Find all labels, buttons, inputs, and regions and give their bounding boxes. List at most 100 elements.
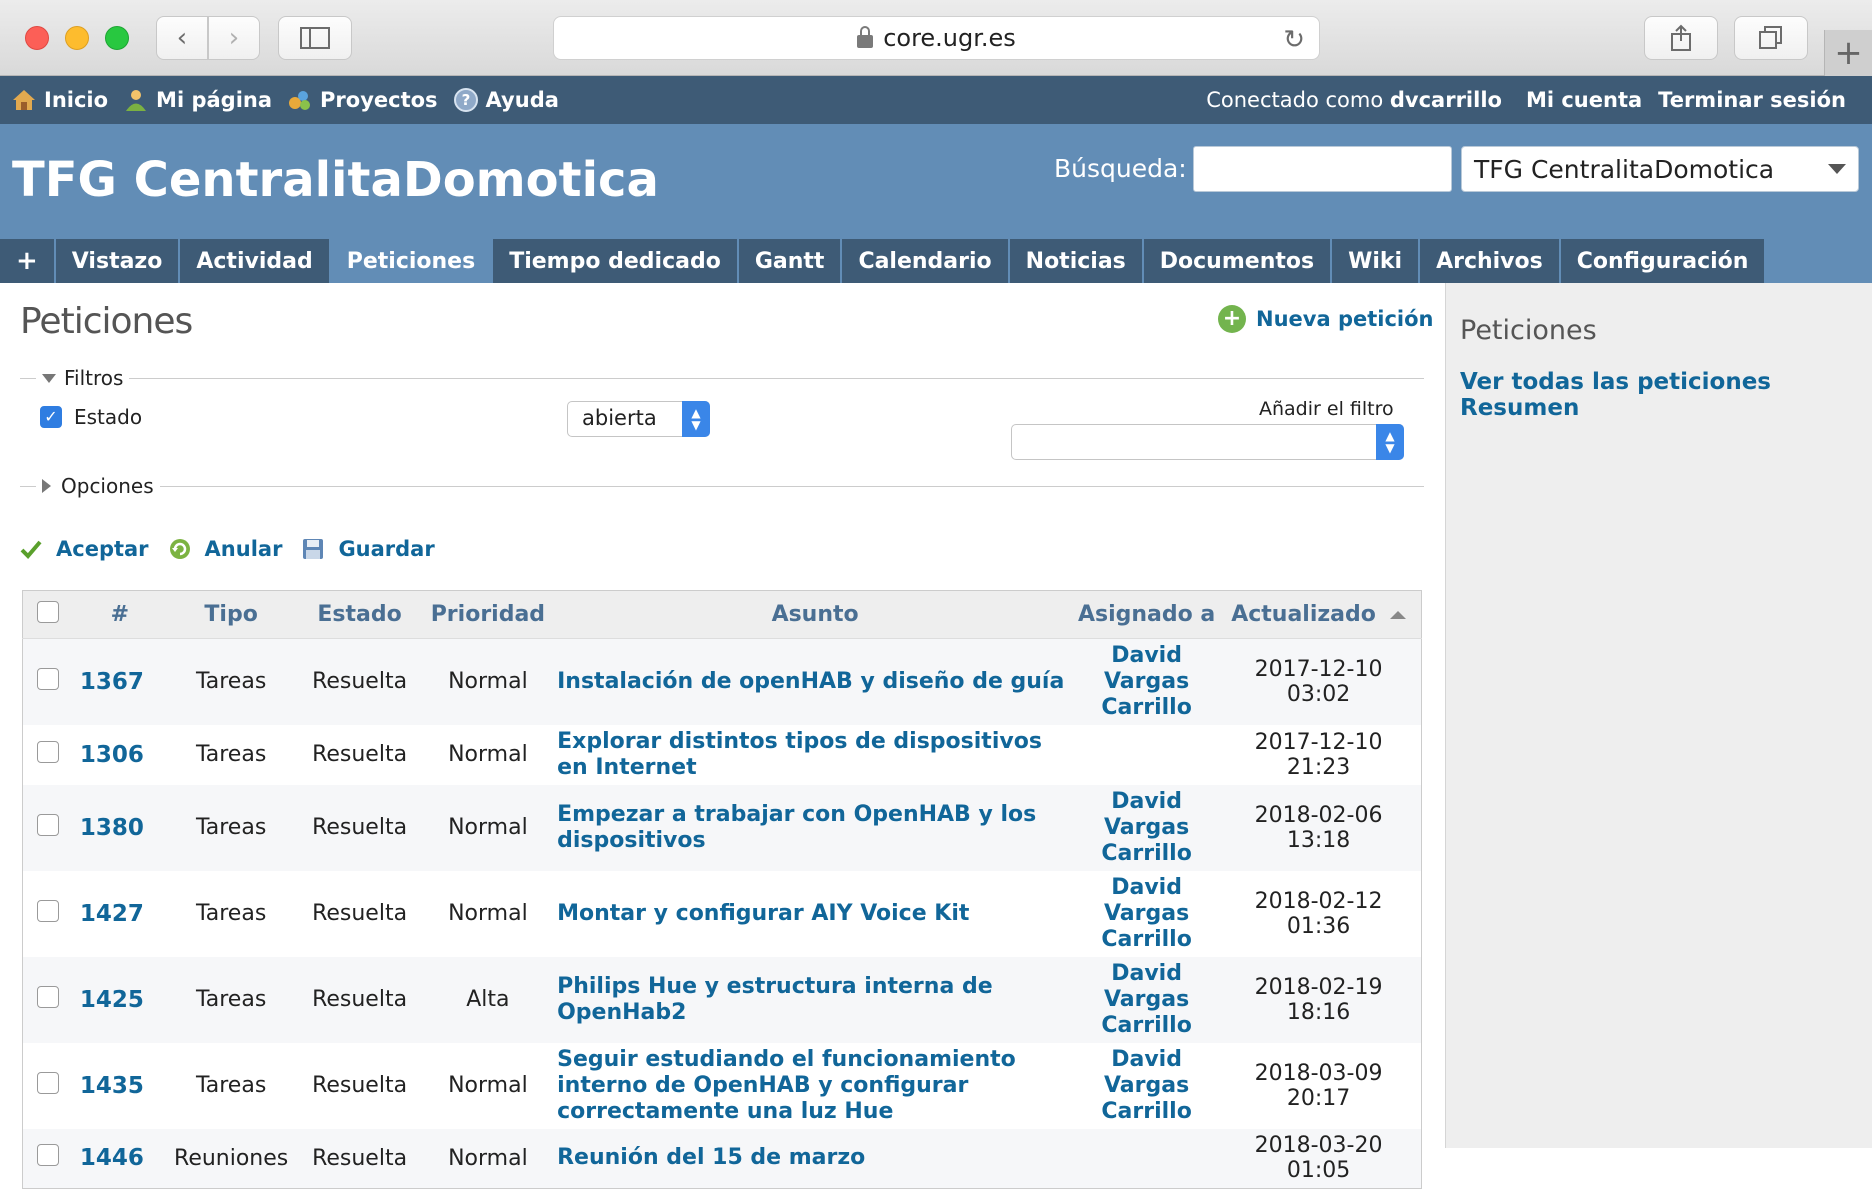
forward-button[interactable]: › — [208, 16, 260, 60]
table-row[interactable]: 1427 Tareas Resuelta Normal Montar y con… — [22, 870, 1422, 957]
table-row[interactable]: 1425 Tareas Resuelta Alta Philips Hue y … — [22, 956, 1422, 1043]
apply-button[interactable]: Aceptar — [20, 537, 149, 561]
issue-subject-link[interactable]: Seguir estudiando el funcionamiento inte… — [553, 1042, 1078, 1129]
select-stepper-icon: ▲ ▼ — [682, 401, 710, 437]
row-checkbox[interactable] — [37, 985, 60, 1008]
top-menu-home-label: Inicio — [44, 88, 109, 112]
issue-status: Resuelta — [296, 870, 423, 957]
column-header-updated[interactable]: Actualizado — [1216, 590, 1422, 639]
options-legend[interactable]: Opciones — [36, 474, 160, 498]
row-checkbox-cell — [22, 956, 74, 1043]
issue-assignee-link[interactable]: David Vargas Carrillo — [1077, 870, 1217, 957]
issue-subject-link[interactable]: Explorar distintos tipos de dispositivos… — [553, 724, 1078, 785]
column-header-priority[interactable]: Prioridad — [422, 590, 554, 639]
filter-status-select[interactable]: abierta ▲ ▼ — [567, 401, 710, 437]
issue-subject-link[interactable]: Instalación de openHAB y diseño de guía — [553, 638, 1078, 725]
zoom-window-button[interactable] — [105, 26, 129, 50]
filter-status-checkbox[interactable]: ✓ — [40, 406, 62, 428]
close-window-button[interactable] — [25, 26, 49, 50]
table-row[interactable]: 1380 Tareas Resuelta Normal Empezar a tr… — [22, 784, 1422, 871]
back-button[interactable]: ‹ — [156, 16, 208, 60]
issue-subject-link[interactable]: Philips Hue y estructura interna de Open… — [553, 956, 1078, 1043]
view-all-issues-link[interactable]: Ver todas las peticiones — [1460, 369, 1771, 395]
filters-legend[interactable]: Filtros — [36, 366, 130, 390]
logout-link[interactable]: Terminar sesión — [1658, 88, 1846, 112]
project-header: TFG CentralitaDomotica Búsqueda: TFG Cen… — [0, 124, 1872, 239]
reload-icon[interactable]: ↻ — [1283, 25, 1305, 55]
add-icon: + — [1218, 305, 1246, 333]
issue-updated: 2018-02-12 01:36 — [1216, 870, 1422, 957]
row-checkbox[interactable] — [37, 813, 60, 836]
issue-id-link[interactable]: 1425 — [73, 956, 166, 1043]
top-menu-my-page[interactable]: Mi página — [124, 88, 272, 112]
issue-subject-link[interactable]: Empezar a trabajar con OpenHAB y los dis… — [553, 784, 1078, 871]
share-button[interactable] — [1644, 16, 1718, 60]
search-input[interactable] — [1193, 146, 1452, 192]
issue-assignee-link[interactable] — [1077, 1128, 1217, 1189]
row-checkbox[interactable] — [37, 899, 60, 922]
tab-gantt[interactable]: Gantt — [738, 239, 841, 283]
issue-subject-link[interactable]: Reunión del 15 de marzo — [553, 1128, 1078, 1189]
tab-time-entries[interactable]: Tiempo dedicado — [493, 239, 737, 283]
tabs-overview-button[interactable] — [1734, 16, 1808, 60]
select-all-checkbox[interactable] — [37, 600, 60, 623]
tab-overview[interactable]: Vistazo — [55, 239, 179, 283]
top-menu-projects[interactable]: Proyectos — [288, 88, 438, 112]
column-header-assigned[interactable]: Asignado a — [1077, 590, 1217, 639]
clear-button[interactable]: Anular — [169, 537, 282, 561]
new-issue-link[interactable]: + Nueva petición — [1218, 305, 1433, 333]
tab-wiki[interactable]: Wiki — [1332, 239, 1419, 283]
column-header-id[interactable]: # — [73, 590, 166, 639]
issue-assignee-link[interactable]: David Vargas Carrillo — [1077, 956, 1217, 1043]
issue-updated: 2018-02-06 13:18 — [1216, 784, 1422, 871]
table-row[interactable]: 1367 Tareas Resuelta Normal Instalación … — [22, 638, 1422, 725]
issue-id-link[interactable]: 1427 — [73, 870, 166, 957]
issue-id-link[interactable]: 1435 — [73, 1042, 166, 1129]
column-header-status[interactable]: Estado — [296, 590, 423, 639]
address-bar[interactable]: core.ugr.es ↻ — [553, 16, 1320, 60]
sidebar-icon — [300, 27, 330, 49]
column-header-tracker[interactable]: Tipo — [165, 590, 297, 639]
sidebar-toggle-button[interactable] — [278, 16, 352, 60]
tab-new-object[interactable]: + — [0, 239, 54, 283]
project-jump-select[interactable]: TFG CentralitaDomotica — [1461, 146, 1859, 192]
tab-files[interactable]: Archivos — [1420, 239, 1559, 283]
my-account-link[interactable]: Mi cuenta — [1526, 88, 1642, 112]
issue-id-link[interactable]: 1446 — [73, 1128, 166, 1189]
table-row[interactable]: 1446 Reuniones Resuelta Normal Reunión d… — [22, 1128, 1422, 1189]
save-query-button[interactable]: Guardar — [302, 537, 435, 561]
new-tab-button[interactable]: + — [1824, 30, 1872, 76]
issue-id-link[interactable]: 1367 — [73, 638, 166, 725]
column-header-subject[interactable]: Asunto — [553, 590, 1078, 639]
issue-assignee-link[interactable] — [1077, 724, 1217, 785]
add-filter-select[interactable]: ▲ ▼ — [1011, 424, 1404, 460]
tab-news[interactable]: Noticias — [1009, 239, 1142, 283]
issue-assignee-link[interactable]: David Vargas Carrillo — [1077, 784, 1217, 871]
page-title: Peticiones — [20, 301, 193, 342]
tab-activity[interactable]: Actividad — [180, 239, 329, 283]
tab-calendar[interactable]: Calendario — [842, 239, 1008, 283]
logged-username[interactable]: dvcarrillo — [1390, 88, 1502, 112]
issue-id-link[interactable]: 1380 — [73, 784, 166, 871]
tab-settings[interactable]: Configuración — [1560, 239, 1765, 283]
row-checkbox[interactable] — [37, 740, 60, 763]
issue-subject-link[interactable]: Montar y configurar AIY Voice Kit — [553, 870, 1078, 957]
row-checkbox-cell — [22, 1042, 74, 1129]
help-icon: ? — [453, 88, 478, 112]
tab-documents[interactable]: Documentos — [1143, 239, 1331, 283]
top-menu-home[interactable]: Inicio — [12, 88, 108, 112]
chevron-right-icon: › — [228, 23, 240, 53]
row-checkbox[interactable] — [37, 667, 60, 690]
table-row[interactable]: 1306 Tareas Resuelta Normal Explorar dis… — [22, 724, 1422, 785]
minimize-window-button[interactable] — [65, 26, 89, 50]
summary-link[interactable]: Resumen — [1460, 395, 1579, 421]
issues-table: # Tipo Estado Prioridad Asunto Asignado … — [22, 590, 1422, 1189]
top-menu-help[interactable]: ? Ayuda — [453, 88, 559, 112]
table-row[interactable]: 1435 Tareas Resuelta Normal Seguir estud… — [22, 1042, 1422, 1129]
issue-updated: 2017-12-10 21:23 — [1216, 724, 1422, 785]
issue-assignee-link[interactable]: David Vargas Carrillo — [1077, 1042, 1217, 1129]
issue-id-link[interactable]: 1306 — [73, 724, 166, 785]
row-checkbox[interactable] — [37, 1071, 60, 1094]
issue-assignee-link[interactable]: David Vargas Carrillo — [1077, 638, 1217, 725]
tab-issues[interactable]: Peticiones — [330, 239, 492, 283]
